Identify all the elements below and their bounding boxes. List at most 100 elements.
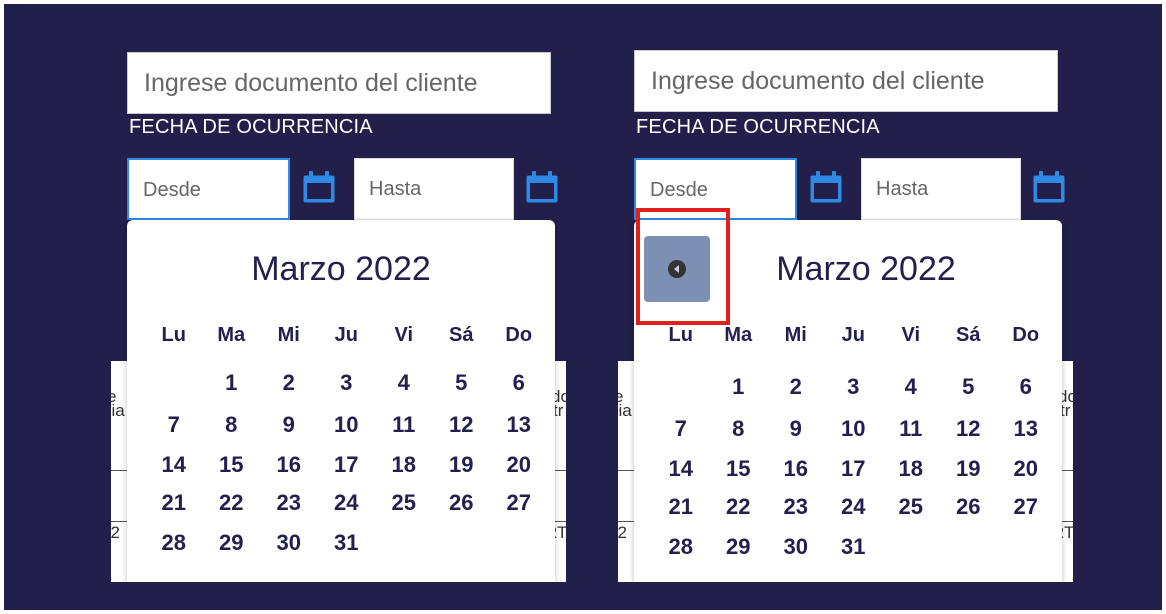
calendar-day[interactable]: 15 xyxy=(710,456,768,482)
calendar-day[interactable]: 1 xyxy=(203,370,261,396)
calendar-day[interactable]: 12 xyxy=(433,412,491,438)
calendar-day[interactable]: 3 xyxy=(318,370,376,396)
hasta-date-input[interactable]: Hasta xyxy=(354,158,514,220)
calendar-day[interactable]: 31 xyxy=(825,534,883,560)
calendar-day[interactable] xyxy=(433,530,491,556)
calendar-day[interactable]: 19 xyxy=(433,452,491,478)
calendar-day[interactable]: 30 xyxy=(260,530,318,556)
calendar-day[interactable] xyxy=(490,530,548,556)
calendar-day[interactable]: 28 xyxy=(145,530,203,556)
calendar-day[interactable]: 26 xyxy=(940,494,998,520)
calendar-icon[interactable] xyxy=(1032,170,1066,204)
desde-date-input[interactable]: Desde xyxy=(127,158,290,220)
calendar-day[interactable]: 27 xyxy=(490,490,548,516)
calendar-day[interactable]: 4 xyxy=(375,370,433,396)
calendar-day[interactable]: 2 xyxy=(767,374,825,400)
calendar-day[interactable]: 12 xyxy=(940,416,998,442)
calendar-day[interactable]: 9 xyxy=(767,416,825,442)
calendar-day[interactable]: 7 xyxy=(145,412,203,438)
calendar-day[interactable]: 4 xyxy=(882,374,940,400)
weekday-label: Mi xyxy=(784,324,807,346)
calendar-week: 14 15 16 17 18 19 20 xyxy=(652,456,1062,482)
calendar-day[interactable] xyxy=(375,530,433,556)
calendar-day[interactable]: 30 xyxy=(767,534,825,560)
calendar-day[interactable]: 18 xyxy=(375,452,433,478)
date-section-label: FECHA DE OCURRENCIA xyxy=(129,116,373,138)
calendar-day[interactable]: 13 xyxy=(490,412,548,438)
calendar-day[interactable] xyxy=(997,534,1055,560)
table-cell-fragment: 02 xyxy=(111,523,120,542)
calendar-day[interactable]: 26 xyxy=(433,490,491,516)
calendar-day[interactable]: 22 xyxy=(203,490,261,516)
calendar-day[interactable] xyxy=(940,534,998,560)
calendar-day[interactable]: 3 xyxy=(825,374,883,400)
calendar-day[interactable] xyxy=(652,374,710,400)
calendar-day[interactable]: 18 xyxy=(882,456,940,482)
calendar-day[interactable]: 23 xyxy=(767,494,825,520)
calendar-day[interactable]: 14 xyxy=(652,456,710,482)
calendar-week: 21 22 23 24 25 26 27 xyxy=(652,494,1062,520)
weekday-label: Sá xyxy=(449,324,474,346)
calendar-day[interactable]: 8 xyxy=(203,412,261,438)
calendar-day[interactable]: 17 xyxy=(318,452,376,478)
calendar-icon[interactable] xyxy=(809,170,843,204)
calendar-day[interactable]: 15 xyxy=(203,452,261,478)
weekday-label: Lu xyxy=(668,324,693,346)
calendar-day[interactable]: 24 xyxy=(318,490,376,516)
calendar-day[interactable]: 21 xyxy=(145,490,203,516)
calendar-day[interactable]: 23 xyxy=(260,490,318,516)
calendar-day[interactable]: 7 xyxy=(652,416,710,442)
weekday-label: Vi xyxy=(901,324,921,346)
hasta-date-input[interactable]: Hasta xyxy=(861,158,1021,220)
calendar-day[interactable]: 14 xyxy=(145,452,203,478)
calendar-day[interactable]: 31 xyxy=(318,530,376,556)
calendar-week: 1 2 3 4 5 6 xyxy=(652,374,1062,400)
weekday-label: Do xyxy=(505,324,533,346)
weekday-label: Lu xyxy=(161,324,186,346)
calendar-week: 21 22 23 24 25 26 27 xyxy=(145,490,555,516)
calendar-day[interactable]: 19 xyxy=(940,456,998,482)
calendar-day[interactable]: 10 xyxy=(318,412,376,438)
calendar-day[interactable]: 13 xyxy=(997,416,1055,442)
calendar-day[interactable]: 2 xyxy=(260,370,318,396)
calendar-day[interactable]: 29 xyxy=(710,534,768,560)
calendar-day[interactable]: 1 xyxy=(710,374,768,400)
calendar-icon[interactable] xyxy=(302,170,336,204)
calendar-day[interactable]: 21 xyxy=(652,494,710,520)
table-header-fragment: cia xyxy=(111,401,125,420)
panel-before: e cia do tr 02 RT Ingrese documento del … xyxy=(111,48,566,582)
calendar-day[interactable]: 5 xyxy=(433,370,491,396)
calendar-week: 7 8 9 10 11 12 13 xyxy=(652,416,1062,442)
calendar-day[interactable] xyxy=(882,534,940,560)
weekday-label: Ju xyxy=(841,324,865,346)
weekday-label: Sá xyxy=(956,324,981,346)
calendar-day[interactable]: 11 xyxy=(375,412,433,438)
calendar-day[interactable]: 29 xyxy=(203,530,261,556)
calendar-day[interactable]: 10 xyxy=(825,416,883,442)
calendar-day[interactable]: 6 xyxy=(997,374,1055,400)
highlight-annotation xyxy=(636,208,730,325)
calendar-day[interactable]: 16 xyxy=(767,456,825,482)
calendar-day[interactable]: 27 xyxy=(997,494,1055,520)
calendar-day[interactable]: 11 xyxy=(882,416,940,442)
calendar-day[interactable]: 28 xyxy=(652,534,710,560)
calendar-icon[interactable] xyxy=(525,170,559,204)
calendar-day[interactable] xyxy=(145,370,203,396)
weekday-header: Lu Ma Mi Ju Vi Sá Do xyxy=(652,324,1062,347)
calendar-day[interactable]: 20 xyxy=(490,452,548,478)
client-document-input[interactable]: Ingrese documento del cliente xyxy=(634,50,1058,112)
calendar-day[interactable]: 6 xyxy=(490,370,548,396)
calendar-day[interactable]: 16 xyxy=(260,452,318,478)
calendar-week: 14 15 16 17 18 19 20 xyxy=(145,452,555,478)
calendar-day[interactable]: 8 xyxy=(710,416,768,442)
calendar-day[interactable]: 20 xyxy=(997,456,1055,482)
calendar-day[interactable]: 25 xyxy=(375,490,433,516)
calendar-day[interactable]: 9 xyxy=(260,412,318,438)
calendar-day[interactable]: 5 xyxy=(940,374,998,400)
calendar-day[interactable]: 25 xyxy=(882,494,940,520)
calendar-day[interactable]: 24 xyxy=(825,494,883,520)
calendar-week: 7 8 9 10 11 12 13 xyxy=(145,412,555,438)
client-document-input[interactable]: Ingrese documento del cliente xyxy=(127,52,551,114)
calendar-day[interactable]: 22 xyxy=(710,494,768,520)
calendar-day[interactable]: 17 xyxy=(825,456,883,482)
